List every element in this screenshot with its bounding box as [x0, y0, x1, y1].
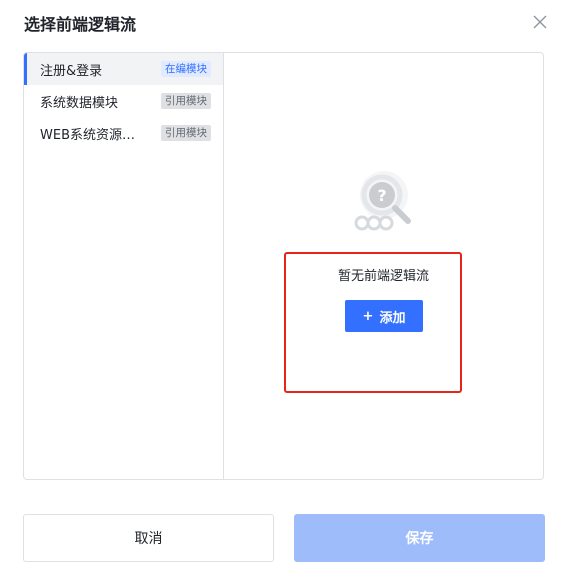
sidebar-item-label: WEB系统资源… — [40, 127, 135, 143]
search-question-icon: ? — [354, 171, 411, 231]
status-badge: 在编模块 — [161, 61, 211, 77]
cancel-button[interactable]: 取消 — [23, 514, 274, 562]
status-badge: 引用模块 — [161, 93, 211, 109]
sidebar-item-register-login[interactable]: 注册&登录 在编模块 — [24, 53, 223, 85]
sidebar-item-web-resources[interactable]: WEB系统资源… 引用模块 — [24, 117, 223, 149]
svg-text:?: ? — [377, 186, 386, 205]
sidebar-item-label: 系统数据模块 — [40, 95, 119, 111]
status-badge: 引用模块 — [161, 125, 211, 141]
select-logic-flow-dialog: 选择前端逻辑流 注册&登录 在编模块 系统数据模块 引用模块 WEB系统资源… … — [0, 0, 566, 577]
save-button[interactable]: 保存 — [294, 514, 545, 562]
module-sidebar: 注册&登录 在编模块 系统数据模块 引用模块 WEB系统资源… 引用模块 — [24, 53, 224, 479]
close-button[interactable] — [530, 12, 550, 32]
highlight-box — [284, 252, 462, 393]
sidebar-item-system-data[interactable]: 系统数据模块 引用模块 — [24, 85, 223, 117]
close-icon — [533, 15, 547, 29]
sidebar-item-label: 注册&登录 — [40, 63, 103, 79]
dialog-title: 选择前端逻辑流 — [24, 15, 137, 34]
